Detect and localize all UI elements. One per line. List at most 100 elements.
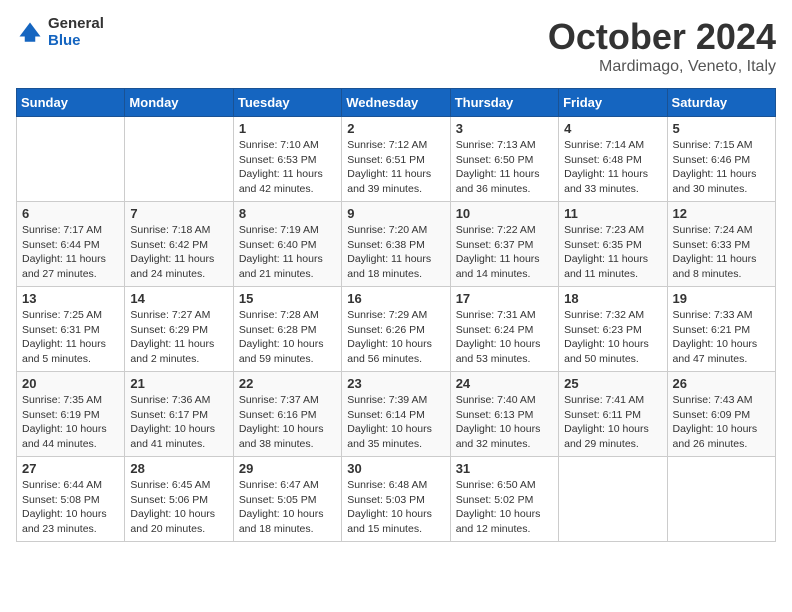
calendar-cell: 5 Sunrise: 7:15 AM Sunset: 6:46 PM Daylig… [667,117,775,202]
calendar-cell: 20 Sunrise: 7:35 AM Sunset: 6:19 PM Dayli… [17,372,125,457]
calendar-cell: 10Sunrise: 7:22 AM Sunset: 6:37 PM Dayli… [450,202,558,287]
calendar-cell: 11Sunrise: 7:23 AM Sunset: 6:35 PM Dayli… [559,202,667,287]
day-info: Sunrise: 7:27 AM Sunset: 6:29 PM Dayligh… [130,308,227,367]
day-info: Sunrise: 7:40 AM Sunset: 6:13 PM Dayligh… [456,393,553,452]
day-number: 21 [130,376,227,391]
day-info: Sunrise: 7:31 AM Sunset: 6:24 PM Dayligh… [456,308,553,367]
calendar-cell: 22 Sunrise: 7:37 AM Sunset: 6:16 PM Dayli… [233,372,341,457]
day-info: Sunrise: 7:25 AM Sunset: 6:31 PM Dayligh… [22,308,119,367]
logo-icon [16,19,44,47]
calendar-cell: 21 Sunrise: 7:36 AM Sunset: 6:17 PM Dayli… [125,372,233,457]
day-number: 12 [673,206,770,221]
calendar-cell: 16Sunrise: 7:29 AM Sunset: 6:26 PM Dayli… [342,287,450,372]
calendar-cell: 3Sunrise: 7:13 AM Sunset: 6:50 PM Daylig… [450,117,558,202]
day-header-friday: Friday [559,89,667,117]
calendar-cell [559,457,667,542]
day-info: Sunrise: 7:36 AM Sunset: 6:17 PM Dayligh… [130,393,227,452]
day-number: 15 [239,291,336,306]
calendar-cell: 23Sunrise: 7:39 AM Sunset: 6:14 PM Dayli… [342,372,450,457]
day-number: 20 [22,376,119,391]
day-number: 2 [347,121,444,136]
location-title: Mardimago, Veneto, Italy [548,58,776,76]
calendar-cell: 29 Sunrise: 6:47 AM Sunset: 5:05 PM Dayli… [233,457,341,542]
calendar-cell: 9 Sunrise: 7:20 AM Sunset: 6:38 PM Daylig… [342,202,450,287]
day-info: Sunrise: 7:18 AM Sunset: 6:42 PM Dayligh… [130,223,227,282]
page-header: General Blue October 2024 Mardimago, Ven… [16,16,776,76]
calendar-cell [667,457,775,542]
day-info: Sunrise: 7:15 AM Sunset: 6:46 PM Dayligh… [673,138,770,197]
logo-blue-text: Blue [48,33,104,50]
day-info: Sunrise: 7:10 AM Sunset: 6:53 PM Dayligh… [239,138,336,197]
calendar-week-row: 20 Sunrise: 7:35 AM Sunset: 6:19 PM Dayli… [17,372,776,457]
calendar-week-row: 6Sunrise: 7:17 AM Sunset: 6:44 PM Daylig… [17,202,776,287]
day-info: Sunrise: 6:48 AM Sunset: 5:03 PM Dayligh… [347,478,444,537]
day-info: Sunrise: 7:17 AM Sunset: 6:44 PM Dayligh… [22,223,119,282]
day-number: 13 [22,291,119,306]
day-info: Sunrise: 7:33 AM Sunset: 6:21 PM Dayligh… [673,308,770,367]
day-number: 26 [673,376,770,391]
day-info: Sunrise: 7:20 AM Sunset: 6:38 PM Dayligh… [347,223,444,282]
day-number: 7 [130,206,227,221]
day-number: 27 [22,461,119,476]
calendar-cell: 13 Sunrise: 7:25 AM Sunset: 6:31 PM Dayli… [17,287,125,372]
calendar-cell: 1 Sunrise: 7:10 AM Sunset: 6:53 PM Daylig… [233,117,341,202]
day-info: Sunrise: 7:41 AM Sunset: 6:11 PM Dayligh… [564,393,661,452]
day-number: 23 [347,376,444,391]
calendar-cell: 28 Sunrise: 6:45 AM Sunset: 5:06 PM Dayli… [125,457,233,542]
day-info: Sunrise: 7:24 AM Sunset: 6:33 PM Dayligh… [673,223,770,282]
day-number: 31 [456,461,553,476]
calendar-week-row: 13 Sunrise: 7:25 AM Sunset: 6:31 PM Dayli… [17,287,776,372]
day-number: 4 [564,121,661,136]
calendar-cell: 4 Sunrise: 7:14 AM Sunset: 6:48 PM Daylig… [559,117,667,202]
day-header-sunday: Sunday [17,89,125,117]
day-header-monday: Monday [125,89,233,117]
logo-text: General Blue [48,16,104,49]
day-number: 29 [239,461,336,476]
calendar-week-row: 27Sunrise: 6:44 AM Sunset: 5:08 PM Dayli… [17,457,776,542]
title-area: October 2024 Mardimago, Veneto, Italy [548,16,776,76]
day-number: 16 [347,291,444,306]
calendar-cell: 15 Sunrise: 7:28 AM Sunset: 6:28 PM Dayli… [233,287,341,372]
day-info: Sunrise: 7:32 AM Sunset: 6:23 PM Dayligh… [564,308,661,367]
day-info: Sunrise: 7:35 AM Sunset: 6:19 PM Dayligh… [22,393,119,452]
calendar-cell: 8 Sunrise: 7:19 AM Sunset: 6:40 PM Daylig… [233,202,341,287]
calendar-cell [125,117,233,202]
day-header-tuesday: Tuesday [233,89,341,117]
day-info: Sunrise: 7:19 AM Sunset: 6:40 PM Dayligh… [239,223,336,282]
day-number: 17 [456,291,553,306]
day-number: 25 [564,376,661,391]
logo-general-text: General [48,16,104,33]
day-number: 5 [673,121,770,136]
calendar-cell: 14 Sunrise: 7:27 AM Sunset: 6:29 PM Dayli… [125,287,233,372]
calendar-cell: 7 Sunrise: 7:18 AM Sunset: 6:42 PM Daylig… [125,202,233,287]
day-header-saturday: Saturday [667,89,775,117]
day-number: 9 [347,206,444,221]
day-info: Sunrise: 7:13 AM Sunset: 6:50 PM Dayligh… [456,138,553,197]
day-header-thursday: Thursday [450,89,558,117]
calendar-header-row: SundayMondayTuesdayWednesdayThursdayFrid… [17,89,776,117]
day-info: Sunrise: 7:37 AM Sunset: 6:16 PM Dayligh… [239,393,336,452]
day-info: Sunrise: 7:14 AM Sunset: 6:48 PM Dayligh… [564,138,661,197]
day-header-wednesday: Wednesday [342,89,450,117]
calendar-cell: 18Sunrise: 7:32 AM Sunset: 6:23 PM Dayli… [559,287,667,372]
day-number: 22 [239,376,336,391]
calendar-cell: 12 Sunrise: 7:24 AM Sunset: 6:33 PM Dayli… [667,202,775,287]
logo: General Blue [16,16,104,49]
day-info: Sunrise: 7:23 AM Sunset: 6:35 PM Dayligh… [564,223,661,282]
day-number: 30 [347,461,444,476]
day-info: Sunrise: 6:50 AM Sunset: 5:02 PM Dayligh… [456,478,553,537]
calendar-cell: 17 Sunrise: 7:31 AM Sunset: 6:24 PM Dayli… [450,287,558,372]
day-number: 1 [239,121,336,136]
day-info: Sunrise: 6:45 AM Sunset: 5:06 PM Dayligh… [130,478,227,537]
day-info: Sunrise: 6:47 AM Sunset: 5:05 PM Dayligh… [239,478,336,537]
day-info: Sunrise: 7:28 AM Sunset: 6:28 PM Dayligh… [239,308,336,367]
day-number: 24 [456,376,553,391]
calendar-cell: 2Sunrise: 7:12 AM Sunset: 6:51 PM Daylig… [342,117,450,202]
day-number: 14 [130,291,227,306]
day-number: 28 [130,461,227,476]
calendar-cell: 26 Sunrise: 7:43 AM Sunset: 6:09 PM Dayli… [667,372,775,457]
day-info: Sunrise: 7:43 AM Sunset: 6:09 PM Dayligh… [673,393,770,452]
day-number: 8 [239,206,336,221]
calendar-cell: 19Sunrise: 7:33 AM Sunset: 6:21 PM Dayli… [667,287,775,372]
calendar-cell: 24 Sunrise: 7:40 AM Sunset: 6:13 PM Dayli… [450,372,558,457]
